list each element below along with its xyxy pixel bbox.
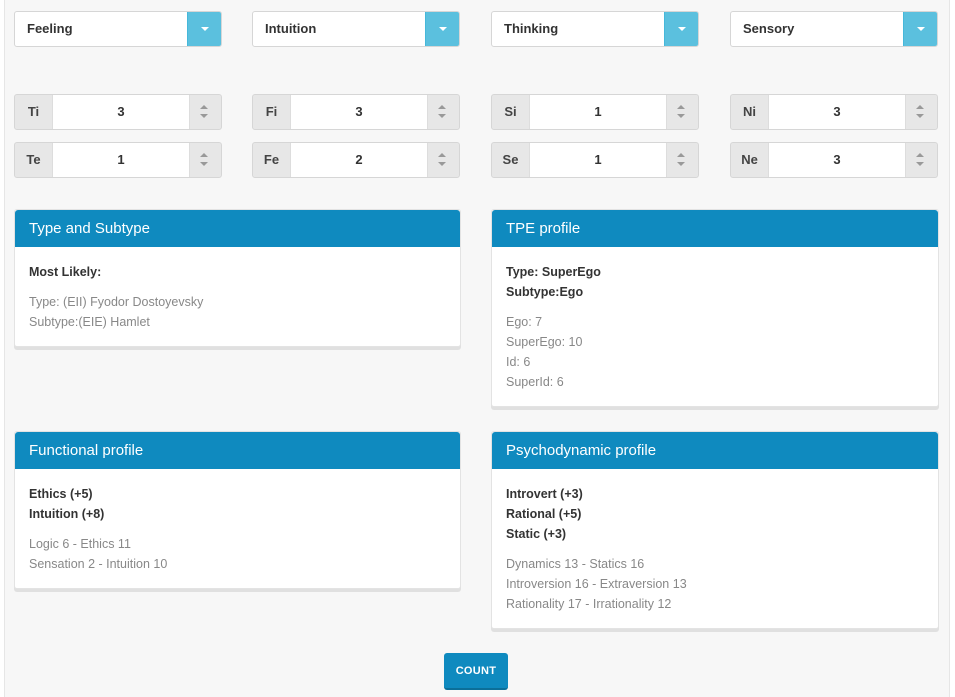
select-dropdown-button[interactable] [187,12,221,46]
stepper-ne[interactable]: Ne 3 [730,142,938,178]
arrow-down-icon[interactable] [677,162,685,166]
spinner-arrows[interactable] [187,143,221,177]
spinner-arrows[interactable] [903,143,937,177]
bold-line: Subtype:Ego [506,285,584,299]
arrow-down-icon[interactable] [916,114,924,118]
arrow-up-icon[interactable] [200,153,208,157]
stepper-te[interactable]: Te 1 [14,142,222,178]
stepper-label: Ne [741,152,758,167]
spinner-arrows[interactable] [187,95,221,129]
function-select-1[interactable]: Feeling [14,11,222,47]
stepper-input[interactable]: 1 [529,143,667,177]
stepper-ti[interactable]: Ti 3 [14,94,222,130]
result-line: Id: 6 [506,355,531,369]
result-line: Type: (EII) Fyodor Dostoyevsky [29,295,204,309]
panel-body: Type: SuperEgo Subtype:Ego Ego: 7 SuperE… [506,262,924,392]
arrow-up-icon[interactable] [438,153,446,157]
caret-down-icon [917,27,925,31]
arrow-down-icon[interactable] [200,114,208,118]
result-line: Sensation 2 - Intuition 10 [29,557,168,571]
arrow-up-icon[interactable] [677,105,685,109]
select-dropdown-button[interactable] [664,12,698,46]
function-select-2[interactable]: Intuition [252,11,460,47]
result-line: SuperEgo: 10 [506,335,583,349]
select-value: Intuition [265,21,317,36]
stepper-label: Si [504,104,517,119]
result-line: Dynamics 13 - Statics 16 [506,557,645,571]
result-line: Rationality 17 - Irrationality 12 [506,597,672,611]
stepper-input[interactable]: 2 [290,143,428,177]
spinner-arrows[interactable] [425,143,459,177]
panel-body: Introvert (+3) Rational (+5) Static (+3)… [506,484,924,614]
function-select-4[interactable]: Sensory [730,11,938,47]
panel-body: Most Likely: Type: (EII) Fyodor Dostoyev… [29,262,446,332]
select-dropdown-button[interactable] [425,12,459,46]
spinner-arrows[interactable] [903,95,937,129]
panel-title: Psychodynamic profile [492,432,938,469]
arrow-up-icon[interactable] [916,153,924,157]
bold-line: Ethics (+5) [29,487,93,501]
arrow-down-icon[interactable] [438,114,446,118]
result-line: Logic 6 - Ethics 11 [29,537,131,551]
count-button[interactable]: COUNT [444,653,508,690]
arrow-up-icon[interactable] [200,105,208,109]
stepper-input[interactable]: 1 [52,143,190,177]
result-line: Subtype:(EIE) Hamlet [29,315,150,329]
stepper-input[interactable]: 3 [52,95,190,129]
stepper-input[interactable]: 3 [290,95,428,129]
result-line: SuperId: 6 [506,375,564,389]
arrow-down-icon[interactable] [677,114,685,118]
bold-line: Rational (+5) [506,507,582,521]
arrow-up-icon[interactable] [677,153,685,157]
result-line: Ego: 7 [506,315,543,329]
caret-down-icon [439,27,447,31]
type-subtype-panel: Type and Subtype Most Likely: Type: (EII… [14,209,461,347]
panel-title: Functional profile [15,432,460,469]
psychodynamic-profile-panel: Psychodynamic profile Introvert (+3) Rat… [491,431,939,629]
panel-body: Ethics (+5) Intuition (+8) Logic 6 - Eth… [29,484,446,574]
bold-line: Type: SuperEgo [506,265,601,279]
result-line: Introversion 16 - Extraversion 13 [506,577,687,591]
functional-profile-panel: Functional profile Ethics (+5) Intuition… [14,431,461,589]
arrow-down-icon[interactable] [438,162,446,166]
stepper-label: Ni [743,104,756,119]
bold-line: Introvert (+3) [506,487,583,501]
most-likely-heading: Most Likely: [29,265,102,279]
stepper-label: Fi [265,104,278,119]
stepper-si[interactable]: Si 1 [491,94,699,130]
arrow-up-icon[interactable] [438,105,446,109]
spinner-arrows[interactable] [664,95,698,129]
caret-down-icon [678,27,686,31]
select-value: Thinking [504,21,559,36]
stepper-fi[interactable]: Fi 3 [252,94,460,130]
stepper-label: Ti [27,104,40,119]
stepper-input[interactable]: 3 [768,143,906,177]
stepper-label: Se [502,152,519,167]
arrow-down-icon[interactable] [200,162,208,166]
bold-line: Intuition (+8) [29,507,105,521]
bold-line: Static (+3) [506,527,567,541]
stepper-se[interactable]: Se 1 [491,142,699,178]
spinner-arrows[interactable] [664,143,698,177]
function-select-3[interactable]: Thinking [491,11,699,47]
select-value: Sensory [743,21,795,36]
arrow-down-icon[interactable] [916,162,924,166]
stepper-label: Fe [263,152,280,167]
caret-down-icon [201,27,209,31]
stepper-input[interactable]: 1 [529,95,667,129]
spinner-arrows[interactable] [425,95,459,129]
stepper-ni[interactable]: Ni 3 [730,94,938,130]
arrow-up-icon[interactable] [916,105,924,109]
stepper-label: Te [26,152,41,167]
panel-title: TPE profile [492,210,938,247]
select-dropdown-button[interactable] [903,12,937,46]
panel-title: Type and Subtype [15,210,460,247]
stepper-input[interactable]: 3 [768,95,906,129]
select-value: Feeling [27,21,73,36]
stepper-fe[interactable]: Fe 2 [252,142,460,178]
tpe-profile-panel: TPE profile Type: SuperEgo Subtype:Ego E… [491,209,939,407]
